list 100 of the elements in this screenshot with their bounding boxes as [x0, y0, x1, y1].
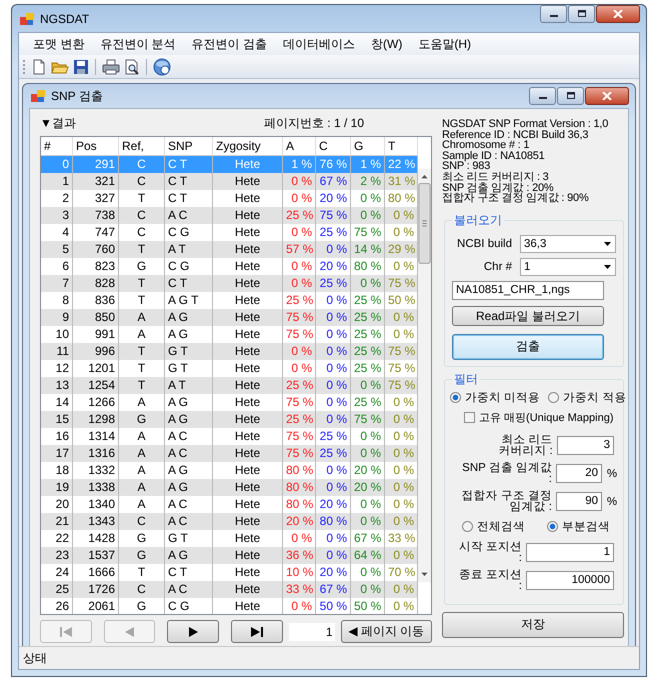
- table-cell: A G: [165, 547, 213, 564]
- table-cell: 760: [73, 241, 119, 258]
- table-row[interactable]: 17 1316 A A C Hete 75 % 25 % 0 % 0 %: [41, 445, 418, 462]
- option-label[interactable]: 고유 매핑(Unique Mapping): [479, 410, 614, 425]
- table-cell: 26: [41, 598, 73, 614]
- menu-item[interactable]: 데이터베이스: [275, 34, 364, 54]
- column-header[interactable]: SNP: [165, 137, 213, 155]
- field-label: SNP 검출 임계값 :: [461, 462, 552, 485]
- table-row[interactable]: 23 1537 G A G Hete 36 % 0 % 64 % 0 %: [41, 547, 418, 564]
- table-cell: T: [119, 275, 165, 292]
- dropdown[interactable]: 36,3: [520, 234, 616, 253]
- column-header[interactable]: #: [41, 137, 73, 155]
- maximize-button[interactable]: [557, 87, 584, 105]
- table-row[interactable]: 13 1254 T A T Hete 25 % 0 % 0 % 75 %: [41, 377, 418, 394]
- input-field[interactable]: 90: [556, 492, 602, 512]
- table-cell: Hete: [213, 411, 283, 428]
- option-label[interactable]: 전체검색: [477, 518, 525, 534]
- table-cell: Hete: [213, 445, 283, 462]
- field-label: 종료 포지션 :: [458, 570, 522, 592]
- menu-item[interactable]: 유전변이 검출: [184, 34, 276, 54]
- close-button[interactable]: [596, 5, 640, 23]
- option-label[interactable]: 부분검색: [562, 518, 610, 534]
- table-cell: 1537: [73, 547, 119, 564]
- column-header[interactable]: T: [385, 137, 418, 155]
- minimize-button[interactable]: [540, 5, 567, 23]
- read-file-button[interactable]: Read파일 불러오기: [452, 306, 604, 326]
- group-title: 필터: [453, 370, 479, 388]
- radio-button[interactable]: [548, 392, 560, 403]
- option-label[interactable]: 가중치 적용: [563, 390, 626, 405]
- menu-item[interactable]: 포맷 변환: [25, 34, 92, 54]
- table-cell: Hete: [213, 207, 283, 224]
- table-cell: 0 %: [283, 598, 316, 614]
- maximize-button[interactable]: [568, 5, 595, 23]
- radio-button[interactable]: [450, 392, 461, 403]
- input-field[interactable]: 1: [526, 543, 614, 562]
- table-cell: 13: [41, 377, 73, 394]
- input-field[interactable]: 100000: [526, 571, 614, 590]
- table-cell: 996: [73, 343, 119, 360]
- table-cell: 2 %: [351, 173, 385, 190]
- input-field[interactable]: 3: [556, 436, 614, 456]
- help-icon[interactable]: [153, 58, 171, 76]
- table-row[interactable]: 15 1298 G A G Hete 25 % 0 % 75 % 0 %: [41, 411, 418, 428]
- column-header[interactable]: Ref,: [119, 137, 165, 155]
- info-text: 최소 리드 커버리지 : 3: [442, 172, 550, 183]
- column-header[interactable]: Pos: [73, 137, 119, 155]
- minimize-button[interactable]: [529, 87, 556, 105]
- table-cell: G: [119, 598, 165, 614]
- field-label: NCBI build: [456, 238, 512, 250]
- table-cell: 0 %: [351, 377, 385, 394]
- column-header[interactable]: G: [351, 137, 385, 155]
- column-header[interactable]: Zygosity: [213, 137, 283, 155]
- table-row[interactable]: 3 738 C A C Hete 25 % 75 % 0 % 0 %: [41, 207, 418, 224]
- menu-item[interactable]: 도움말(H): [410, 34, 480, 54]
- input-field[interactable]: 20: [556, 464, 602, 484]
- table-cell: 75 %: [283, 309, 316, 326]
- option-label[interactable]: 가중치 미적용: [465, 390, 540, 405]
- new-file-icon[interactable]: [31, 58, 47, 74]
- table-cell: C: [119, 581, 165, 598]
- last-page-button[interactable]: [231, 620, 283, 643]
- table-cell: 1: [41, 173, 73, 190]
- table-row[interactable]: 9 850 A A G Hete 75 % 0 % 25 % 0 %: [41, 309, 418, 326]
- table-cell: 9: [41, 309, 73, 326]
- table-row[interactable]: 1 321 C C T Hete 0 % 67 % 2 % 31 %: [41, 173, 418, 190]
- printer-icon[interactable]: [102, 58, 120, 74]
- print-preview-icon[interactable]: [124, 58, 140, 74]
- table-cell: 50 %: [351, 598, 385, 614]
- table-row[interactable]: 21 1343 C A C Hete 20 % 80 % 0 % 0 %: [41, 513, 418, 530]
- go-to-page-button[interactable]: ◀ 페이지 이동: [340, 620, 432, 643]
- next-page-button[interactable]: [167, 620, 220, 643]
- table-row[interactable]: 19 1338 A A G Hete 80 % 0 % 20 % 0 %: [41, 479, 418, 496]
- table-cell: 1298: [73, 411, 119, 428]
- table-cell: Hete: [213, 598, 283, 614]
- field-label: 최소 리드 커버리지 :: [497, 434, 553, 457]
- column-header[interactable]: C: [316, 137, 351, 155]
- table-cell: Hete: [213, 343, 283, 360]
- file-name-field[interactable]: NA10851_CHR_1,ngs: [452, 280, 604, 300]
- table-cell: 0 %: [283, 275, 316, 292]
- table-cell: Hete: [213, 241, 283, 258]
- table-cell: 7: [41, 275, 73, 292]
- column-header[interactable]: A: [283, 137, 316, 155]
- table-row[interactable]: 25 1726 C A C Hete 33 % 67 % 0 % 0 %: [41, 581, 418, 598]
- table-row[interactable]: 5 760 T A T Hete 57 % 0 % 14 % 29 %: [41, 241, 418, 258]
- menu-item[interactable]: 유전변이 분석: [92, 34, 184, 54]
- checkbox[interactable]: [464, 412, 475, 423]
- page-input-field[interactable]: 1: [288, 622, 335, 640]
- table-row[interactable]: 11 996 T G T Hete 0 % 0 % 25 % 75 %: [41, 343, 418, 360]
- section-heading[interactable]: ▼결과: [40, 114, 76, 132]
- info-text: SNP 검출 임계값 : 20%: [442, 182, 554, 194]
- table-cell: 80 %: [283, 479, 316, 496]
- save-button[interactable]: 저장: [442, 612, 624, 638]
- detect-button[interactable]: 검출: [452, 334, 604, 360]
- radio-button[interactable]: [547, 520, 558, 532]
- menu-item[interactable]: 창(W): [363, 34, 410, 54]
- radio-button[interactable]: [462, 520, 473, 532]
- table-cell: Hete: [213, 581, 283, 598]
- table-row[interactable]: 7 828 T C T Hete 0 % 25 % 0 % 75 %: [41, 275, 418, 292]
- close-button[interactable]: [585, 87, 629, 105]
- dropdown[interactable]: 1: [520, 258, 616, 276]
- app-icon: [20, 12, 34, 24]
- table-row[interactable]: 26 2061 G C G Hete 0 % 50 % 50 % 0 %: [41, 598, 418, 614]
